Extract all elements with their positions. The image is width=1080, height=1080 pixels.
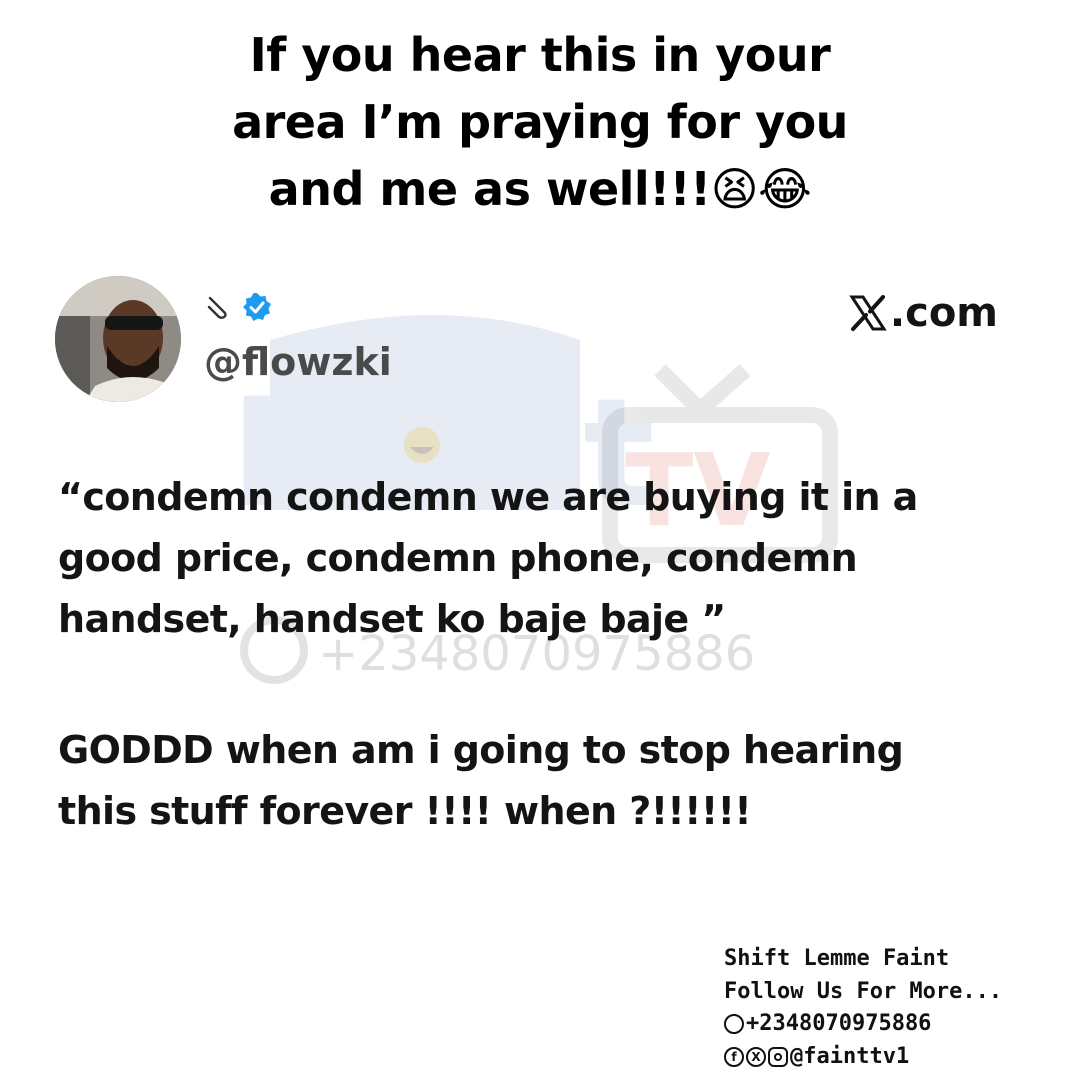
x-logo-icon	[849, 295, 887, 331]
watermark-laugh-emoji	[404, 427, 440, 463]
caption-line-1: If you hear this in your	[249, 28, 831, 82]
paperclip-icon	[207, 296, 227, 319]
credits-line-1: Shift Lemme Faint	[724, 946, 950, 971]
source-domain: .com	[889, 290, 998, 336]
tweet-line: handset, handset ko baje baje ”	[58, 597, 726, 641]
avatar[interactable]	[55, 276, 181, 402]
credits-block: Shift Lemme Faint Follow Us For More... …	[724, 943, 1002, 1073]
instagram-icon	[768, 1046, 788, 1067]
credits-phone: +2348070975886	[746, 1011, 932, 1036]
avatar-photo	[55, 276, 181, 402]
verified-badge-icon	[243, 293, 271, 321]
user-handle[interactable]: @flowzki	[204, 340, 392, 384]
tweet-paragraph-2: GODDD when am i going to stop hearing th…	[58, 720, 1018, 842]
whatsapp-icon	[724, 1014, 744, 1035]
credits-social-handle: @fainttv1	[790, 1043, 910, 1069]
tweet-line: GODDD when am i going to stop hearing	[58, 728, 904, 772]
credits-phone-row: +2348070975886	[724, 1008, 1002, 1041]
caption: If you hear this in your area I’m prayin…	[140, 22, 940, 223]
caption-line-3: and me as well!!!😫😂	[268, 162, 812, 216]
source-label[interactable]: .com	[848, 290, 998, 336]
caption-line-2: area I’m praying for you	[232, 95, 848, 149]
name-row	[204, 292, 272, 322]
credits-line-2: Follow Us For More...	[724, 978, 1003, 1004]
tweet-line: good price, condemn phone, condemn	[58, 536, 858, 580]
tweet-paragraph-1: “condemn condemn we are buying it in a g…	[58, 467, 1018, 650]
tweet-line: “condemn condemn we are buying it in a	[58, 475, 918, 519]
tweet-line: this stuff forever !!!! when ?!!!!!!	[58, 789, 752, 833]
facebook-icon: f	[724, 1046, 744, 1067]
x-icon: X	[746, 1046, 766, 1067]
credits-social-row: f X @fainttv1	[724, 1041, 1002, 1074]
